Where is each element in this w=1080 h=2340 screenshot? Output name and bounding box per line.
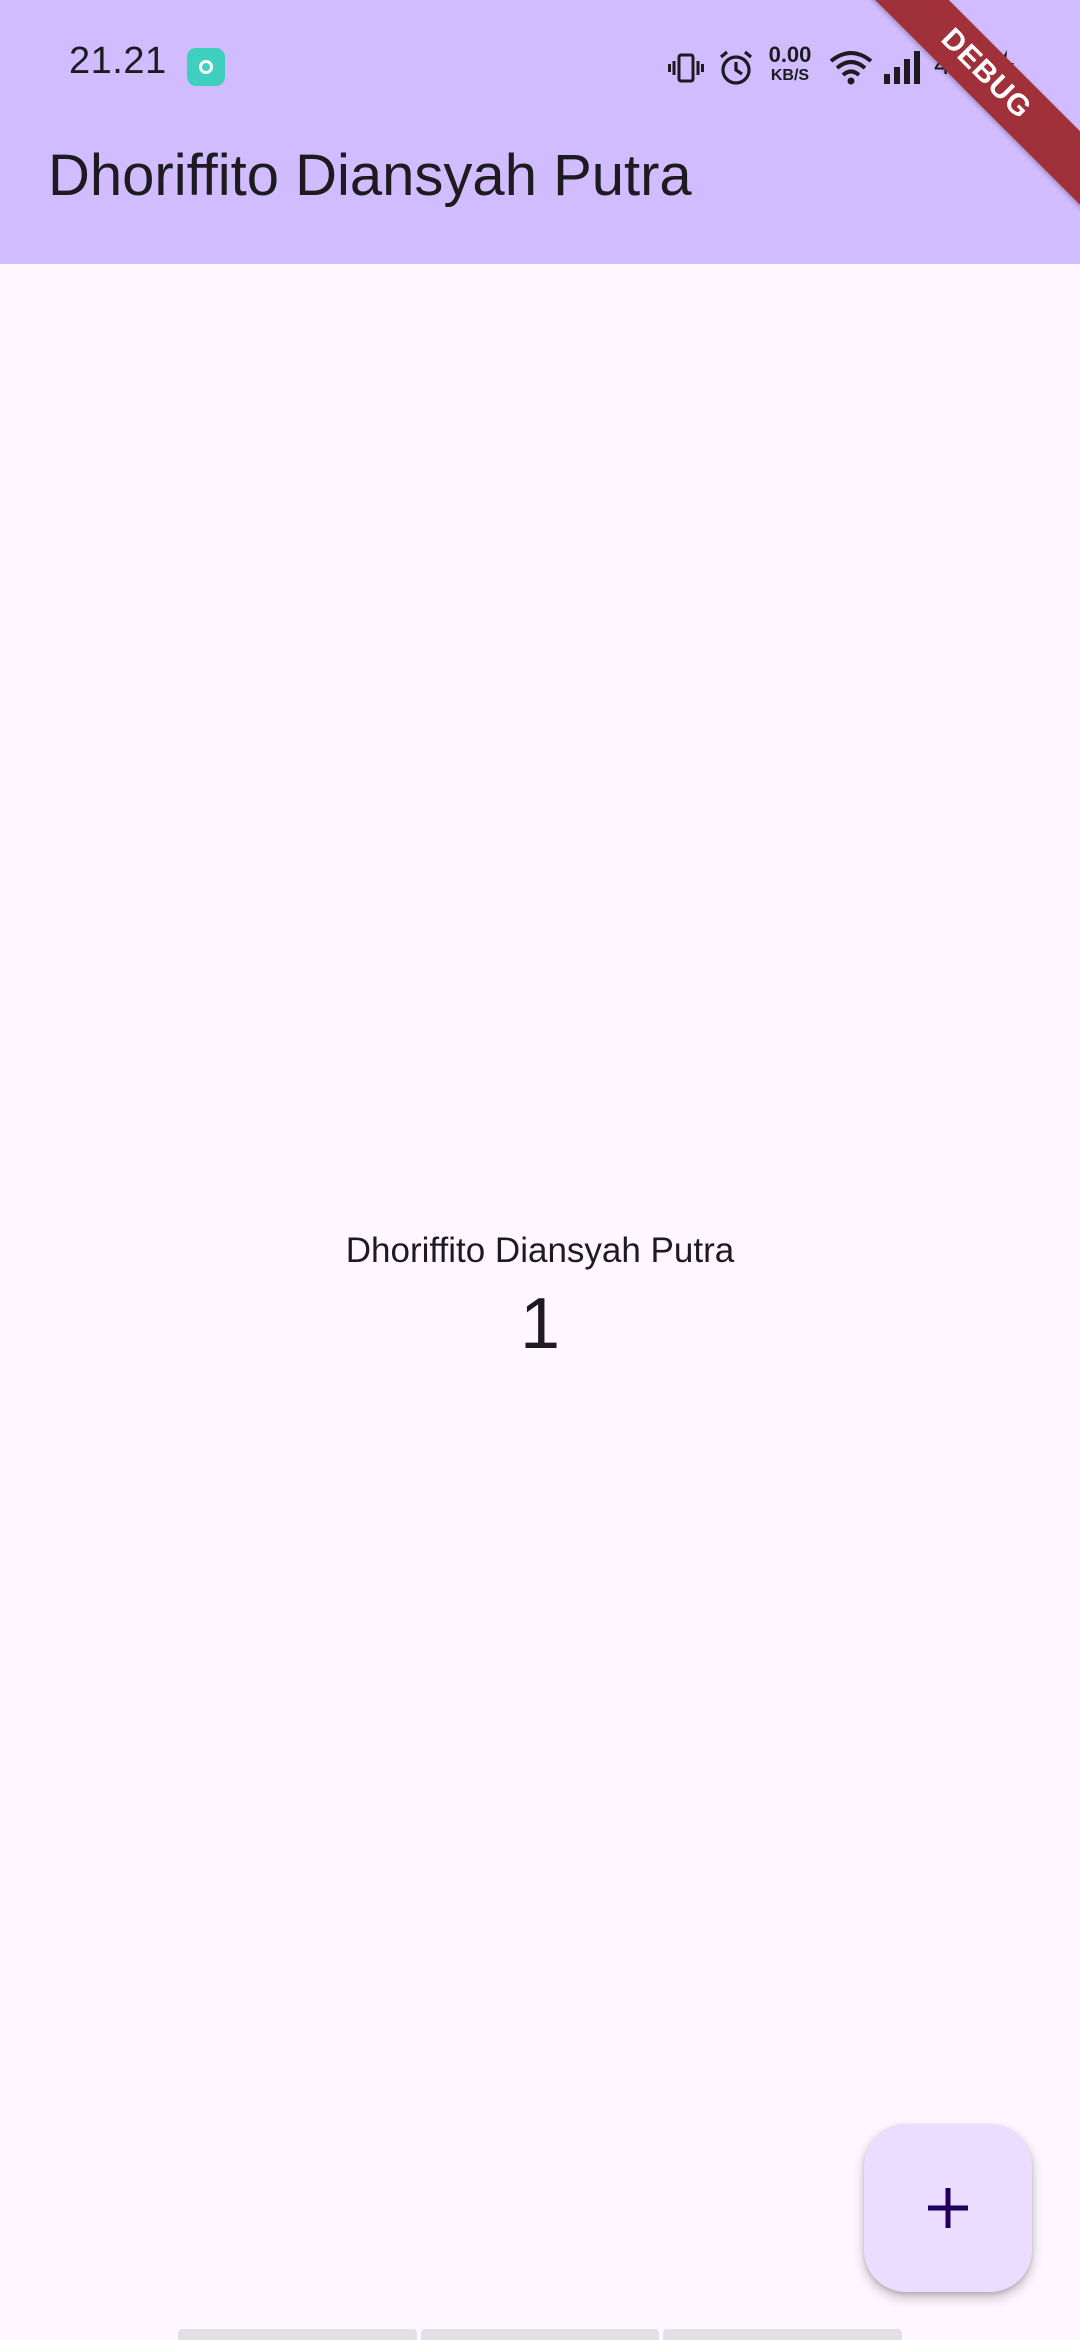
- add-icon: [928, 2188, 968, 2228]
- app-notification-icon: [187, 48, 225, 86]
- screen: 21.21 0.00 KB/S Dhoriffito Diansyah Putr…: [0, 0, 1080, 2340]
- gesture-segment: [420, 2329, 660, 2340]
- counter-value: 1: [519, 1284, 561, 1364]
- alarm-icon: [719, 50, 753, 85]
- status-time: 21.21: [69, 40, 167, 82]
- net-speed: 0.00 KB/S: [762, 44, 818, 84]
- signal-icon: [884, 51, 920, 84]
- vibrate-icon: [668, 53, 704, 83]
- counter-label: Dhoriffito Diansyah Putra: [345, 1231, 735, 1270]
- gesture-segment: [178, 2329, 417, 2340]
- increment-fab-button[interactable]: [864, 2124, 1032, 2292]
- wifi-icon: [829, 51, 873, 85]
- app-bar-title: Dhoriffito Diansyah Putra: [48, 143, 692, 208]
- net-speed-unit: KB/S: [770, 67, 810, 84]
- counter-section: Dhoriffito Diansyah Putra 1: [0, 1225, 1080, 1369]
- gesture-bar[interactable]: [178, 2329, 903, 2340]
- gesture-segment: [663, 2329, 903, 2340]
- net-speed-value: 0.00: [768, 42, 812, 67]
